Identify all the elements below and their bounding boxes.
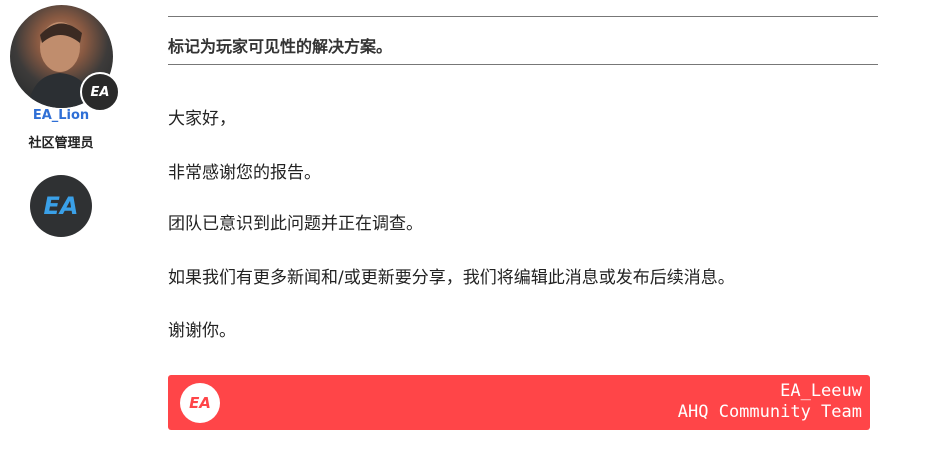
solution-header: 标记为玩家可见性的解决方案。 [168, 16, 878, 65]
ea-logo-icon: EA [180, 383, 220, 423]
signature-name: EA_Leeuw [780, 381, 862, 401]
ea-rank-badge-icon: EA [30, 175, 92, 237]
author-role: 社区管理员 [28, 136, 94, 151]
signature-text: EA_Leeuw AHQ Community Team [678, 381, 862, 423]
signature-banner: EA EA_Leeuw AHQ Community Team [168, 375, 870, 430]
post-paragraph: 谢谢你。 [168, 321, 236, 341]
author-username-link[interactable]: EA_Lion [0, 108, 122, 123]
signature-team: AHQ Community Team [677, 402, 862, 422]
post-paragraph: 大家好， [168, 109, 236, 129]
solution-header-text: 标记为玩家可见性的解决方案。 [168, 37, 393, 56]
post-paragraph: 如果我们有更多新闻和/或更新要分享，我们将编辑此消息或发布后续消息。 [168, 268, 735, 288]
ea-avatar-badge-icon: EA [80, 72, 120, 112]
post-paragraph: 团队已意识到此问题并正在调查。 [168, 214, 423, 234]
post-paragraph: 非常感谢您的报告。 [168, 163, 321, 183]
